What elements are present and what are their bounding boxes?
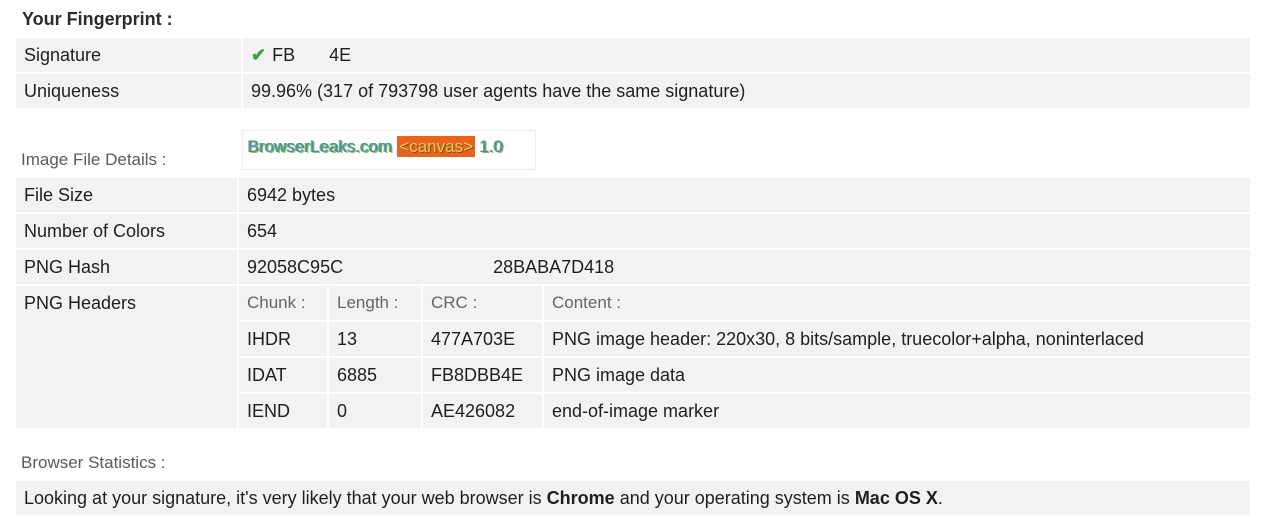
uniqueness-label: Uniqueness — [24, 81, 120, 101]
check-icon: ✔ — [251, 45, 267, 65]
col-header-content: Content : — [552, 293, 621, 312]
png-hash-row: PNG Hash 92058C95C 28BABA7D418 — [16, 250, 1250, 284]
content-cell: PNG image data — [552, 365, 686, 385]
colors-label: Number of Colors — [24, 221, 166, 241]
uniqueness-row: Uniqueness 99.96% (317 of 793798 user ag… — [16, 74, 1250, 108]
png-hash-value: 92058C95C 28BABA7D418 — [247, 257, 615, 277]
length-cell: 13 — [337, 329, 358, 349]
signature-label: Signature — [24, 45, 102, 65]
content-cell: PNG image header: 220x30, 8 bits/sample,… — [552, 329, 1144, 349]
length-cell: 6885 — [337, 365, 378, 385]
file-size-label: File Size — [24, 185, 94, 205]
content-cell: end-of-image marker — [552, 401, 720, 421]
png-hash-label: PNG Hash — [24, 257, 111, 277]
signature-row: Signature ✔ FB 4E — [16, 38, 1250, 72]
chunk-cell: IDAT — [247, 365, 287, 385]
crc-cell: 477A703E — [431, 329, 516, 349]
colors-row: Number of Colors 654 — [16, 214, 1250, 248]
col-header-length: Length : — [337, 293, 399, 312]
browser-statistics-text: Looking at your signature, it's very lik… — [24, 488, 943, 508]
png-headers-label: PNG Headers — [24, 293, 137, 313]
browser-statistics-label: Browser Statistics : — [21, 453, 166, 472]
signature-value: ✔ FB 4E — [251, 45, 352, 65]
browser-name: Chrome — [546, 488, 615, 508]
file-size-value: 6942 bytes — [247, 185, 336, 205]
redaction-mask — [295, 48, 330, 65]
colors-value: 654 — [247, 221, 278, 241]
png-headers-block: PNG Headers Chunk : Length : CRC : Conte… — [16, 286, 1250, 428]
crc-cell: FB8DBB4E — [431, 365, 524, 385]
browser-statistics-row: Looking at your signature, it's very lik… — [16, 481, 1250, 515]
canvas-image: BrowserLeaks.com <canvas> 1.0 — [242, 130, 536, 170]
chunk-cell: IEND — [247, 401, 291, 421]
fingerprint-title: Your Fingerprint : — [22, 9, 173, 29]
col-header-chunk: Chunk : — [247, 293, 306, 312]
redaction-mask — [343, 260, 494, 277]
chunk-cell: IHDR — [247, 329, 291, 349]
file-size-row: File Size 6942 bytes — [16, 178, 1250, 212]
uniqueness-value: 99.96% (317 of 793798 user agents have t… — [251, 81, 746, 101]
crc-cell: AE426082 — [431, 401, 516, 421]
canvas-image-text: BrowserLeaks.com <canvas> 1.0 — [248, 136, 504, 157]
image-file-details-label: Image File Details : — [21, 150, 167, 169]
col-header-crc: CRC : — [431, 293, 478, 312]
os-name: Mac OS X — [854, 488, 938, 508]
length-cell: 0 — [337, 401, 348, 421]
